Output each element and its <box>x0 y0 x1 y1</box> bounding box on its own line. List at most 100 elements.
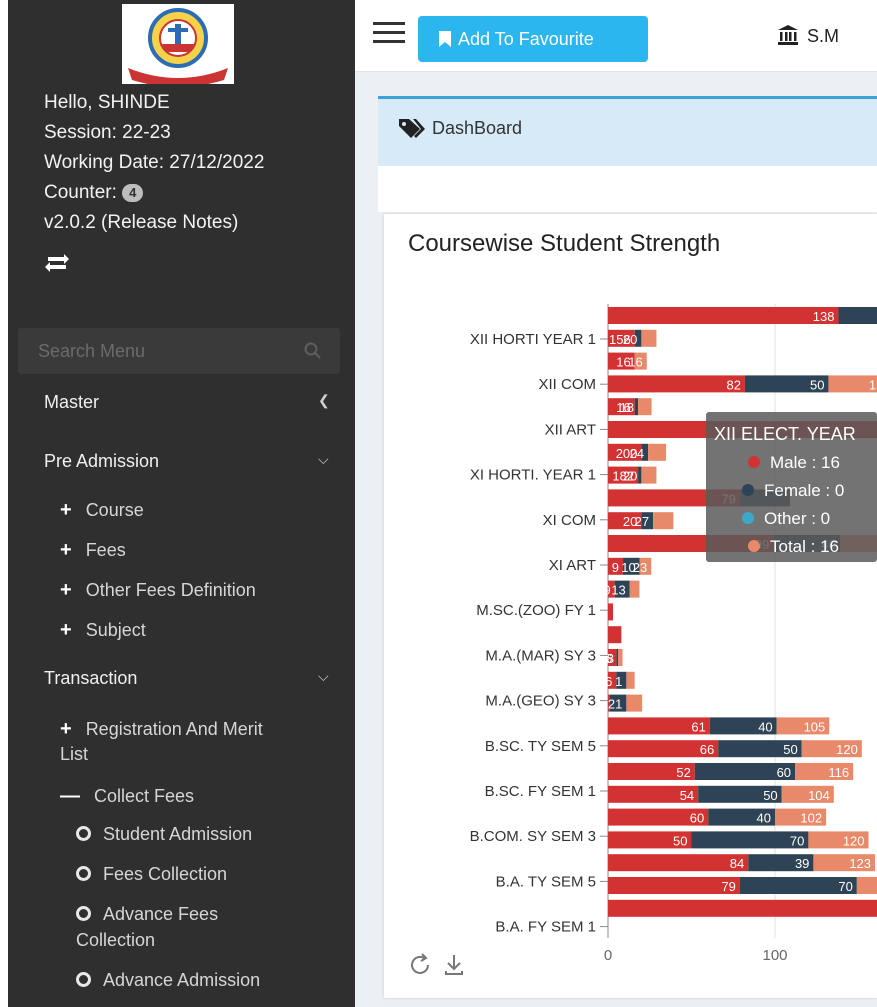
data-label: 82 <box>726 377 740 392</box>
total-bar <box>653 512 674 530</box>
menu-advance-fees[interactable]: Advance Fees <box>76 904 218 925</box>
favourite-label: Add To Favourite <box>458 29 594 49</box>
menu-subject[interactable]: + Subject <box>60 619 146 642</box>
tooltip-dot <box>748 456 760 468</box>
total-bar <box>648 443 667 461</box>
data-label: 123 <box>849 856 871 871</box>
category-label: M.SC.(ZOO) FY 1 <box>476 602 596 619</box>
total-bar <box>629 580 640 598</box>
switch-icon[interactable] <box>44 252 70 274</box>
data-label: 120 <box>843 833 865 848</box>
total-bar <box>626 671 635 689</box>
data-label: 40 <box>758 719 772 734</box>
breadcrumb-dashboard[interactable]: DashBoard <box>432 118 522 139</box>
menu-registration-line2[interactable]: List <box>60 744 88 765</box>
search-input[interactable] <box>18 328 298 374</box>
total-bar <box>641 329 657 347</box>
menu-registration-label: Registration And Merit <box>85 719 263 739</box>
menu-pre-admission[interactable]: Pre Admission <box>44 451 159 472</box>
minus-icon: — <box>60 785 80 807</box>
total-bar <box>626 694 643 712</box>
female-bar <box>838 307 877 324</box>
circle-icon <box>76 972 91 987</box>
data-label: 18 <box>620 400 634 415</box>
menu-fees-collection[interactable]: Fees Collection <box>76 864 227 885</box>
category-label: B.A. FY SEM 1 <box>495 919 596 936</box>
menu-advance-fees-label: Advance Fees <box>103 904 219 924</box>
menu-collect-fees[interactable]: — Collect Fees <box>60 785 194 808</box>
data-label: 120 <box>836 742 858 757</box>
data-label: 16 <box>628 355 642 370</box>
tooltip-dot <box>748 540 760 552</box>
menu-advance-admission[interactable]: Advance Admission <box>76 970 260 991</box>
search-icon[interactable] <box>304 342 322 360</box>
sidebar: Hello, SHINDE Session: 22-23 Working Dat… <box>0 0 355 1007</box>
menu-other-fees-label: Other Fees Definition <box>85 580 256 600</box>
data-label: 23 <box>633 560 647 575</box>
data-label: 21 <box>608 697 622 712</box>
male-bar <box>608 854 749 872</box>
release-notes-link[interactable]: v2.0.2 (Release Notes) <box>44 208 264 238</box>
category-label: XI COM <box>543 512 596 529</box>
data-label: 39 <box>795 856 809 871</box>
menu-master[interactable]: Master <box>44 392 99 413</box>
coursewise-chart: 0100138156201616825013316182002418220792… <box>470 304 877 964</box>
data-label: 61 <box>691 719 705 734</box>
app-window: Hello, SHINDE Session: 22-23 Working Dat… <box>0 0 877 1007</box>
tooltip-dot <box>742 512 754 524</box>
working-date: Working Date: 27/12/2022 <box>44 152 265 173</box>
institute-name: S.M <box>778 25 840 47</box>
tooltip-entry: Male : 16 <box>770 453 840 472</box>
download-icon[interactable] <box>445 955 463 975</box>
chevron-down-icon: ⌵ <box>318 451 329 467</box>
data-label: 105 <box>804 719 826 734</box>
data-label: 1 <box>615 674 622 689</box>
tooltip-entry: Female : 0 <box>764 481 844 500</box>
male-bar <box>608 626 622 644</box>
x-tick-label: 0 <box>604 947 612 964</box>
menu-advance-admission-label: Advance Admission <box>103 970 261 990</box>
menu-transaction[interactable]: Transaction <box>44 668 137 689</box>
data-label: 52 <box>676 765 690 780</box>
menu-other-fees[interactable]: + Other Fees Definition <box>60 579 256 602</box>
institute-name-text: S.M <box>807 26 840 46</box>
counter-badge: 4 <box>122 183 144 202</box>
male-bar <box>608 603 614 621</box>
data-label: 8 <box>607 651 614 666</box>
menu-fees[interactable]: + Fees <box>60 539 126 562</box>
menu-advance-fees-line2[interactable]: Collection <box>76 930 155 951</box>
data-label: 79 <box>721 879 735 894</box>
menu-registration[interactable]: + Registration And Merit <box>60 718 263 741</box>
data-label: 60 <box>777 765 791 780</box>
data-label: 70 <box>838 879 852 894</box>
plus-icon: + <box>60 619 72 641</box>
data-label: 70 <box>790 833 804 848</box>
category-label: XII COM <box>538 376 596 393</box>
search-menu[interactable] <box>18 328 340 374</box>
category-label: XII ART <box>545 421 596 438</box>
category-label: XI ART <box>549 557 596 574</box>
plus-icon: + <box>60 539 72 561</box>
x-tick-label: 100 <box>762 947 787 964</box>
hamburger-icon[interactable] <box>373 22 405 46</box>
circle-icon <box>76 826 91 841</box>
category-label: XI HORTI. YEAR 1 <box>470 467 596 484</box>
data-label: 84 <box>730 856 744 871</box>
menu-course[interactable]: + Course <box>60 499 144 522</box>
male-bar <box>608 877 740 894</box>
bookmark-icon <box>439 31 451 47</box>
total-bar <box>856 877 877 894</box>
refresh-icon[interactable] <box>411 953 429 974</box>
top-header: Add To Favourite S.M <box>355 0 877 72</box>
add-to-favourite-button[interactable]: Add To Favourite <box>418 16 648 62</box>
tooltip-entry: Total : 16 <box>770 537 839 556</box>
menu-course-label: Course <box>85 500 144 520</box>
data-label: 9 <box>612 560 619 575</box>
male-bar <box>608 375 745 393</box>
plus-icon: + <box>60 718 72 740</box>
data-label: 50 <box>673 833 687 848</box>
menu-student-admission[interactable]: Student Admission <box>76 824 252 845</box>
total-bar <box>641 466 657 484</box>
menu-fees-collection-label: Fees Collection <box>103 864 228 884</box>
data-label: 138 <box>813 309 835 324</box>
